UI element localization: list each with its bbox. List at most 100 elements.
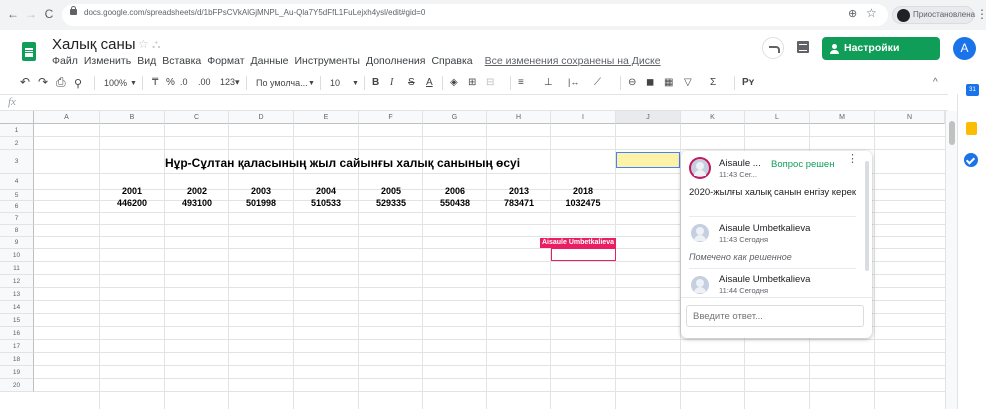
column-header-b[interactable]: B xyxy=(100,111,165,124)
font-select[interactable]: По умолча... xyxy=(256,78,308,88)
comment-more-icon[interactable]: ⋮ xyxy=(847,154,858,165)
column-header-h[interactable]: H xyxy=(487,111,551,124)
redo-icon[interactable]: ↷ xyxy=(38,75,48,89)
active-cell-j3[interactable] xyxy=(616,152,680,168)
row-header-10[interactable]: 10 xyxy=(0,249,34,262)
collapse-menus-icon[interactable]: ^ xyxy=(933,77,938,88)
fill-color-icon[interactable]: ◈ xyxy=(450,77,458,88)
insert-comment-icon[interactable]: ◼ xyxy=(646,77,654,88)
menu-insert[interactable]: Вставка xyxy=(162,55,201,69)
filter-icon[interactable]: ▽ xyxy=(684,77,692,88)
undo-icon[interactable]: ↶ xyxy=(20,75,30,89)
column-header-e[interactable]: E xyxy=(294,111,359,124)
user-avatar[interactable]: A xyxy=(953,37,976,60)
zoom-icon[interactable]: ⊕ xyxy=(848,7,857,20)
horizontal-align-icon[interactable]: ≡ xyxy=(518,77,524,88)
bold-button[interactable]: B xyxy=(372,77,379,88)
bookmark-star-icon[interactable]: ☆ xyxy=(866,6,877,20)
row-header-13[interactable]: 13 xyxy=(0,288,34,301)
menu-addons[interactable]: Дополнения xyxy=(366,55,425,69)
row-header-7[interactable]: 7 xyxy=(0,213,34,225)
borders-icon[interactable]: ⊞ xyxy=(468,77,476,88)
save-status-link[interactable]: Все изменения сохранены на Диске xyxy=(485,55,661,69)
sheets-logo-icon[interactable] xyxy=(22,42,36,61)
row-header-2[interactable]: 2 xyxy=(0,137,34,150)
zoom-chevron-icon[interactable]: ▼ xyxy=(130,80,137,87)
row-header-6[interactable]: 6 xyxy=(0,201,34,213)
column-header-c[interactable]: C xyxy=(165,111,229,124)
year-cell[interactable]: 2003 xyxy=(229,186,293,196)
year-cell[interactable]: 2005 xyxy=(359,186,423,196)
column-header-d[interactable]: D xyxy=(229,111,294,124)
year-cell[interactable]: 2013 xyxy=(487,186,551,196)
comments-icon[interactable] xyxy=(797,41,809,53)
menu-tools[interactable]: Инструменты xyxy=(294,55,359,69)
forward-button[interactable]: → xyxy=(24,7,38,21)
year-cell[interactable]: 2018 xyxy=(551,186,615,196)
calendar-icon[interactable]: 31 xyxy=(966,84,979,96)
menu-help[interactable]: Справка xyxy=(431,55,472,69)
star-move-icons[interactable]: ☆ ⛬ xyxy=(138,37,161,52)
print-icon[interactable]: ⎙ xyxy=(56,75,66,90)
row-header-14[interactable]: 14 xyxy=(0,301,34,314)
italic-button[interactable]: I xyxy=(390,77,393,88)
population-cell[interactable]: 529335 xyxy=(359,198,423,208)
population-cell[interactable]: 783471 xyxy=(487,198,551,208)
reload-button[interactable]: C xyxy=(42,7,56,21)
comment-history-button[interactable] xyxy=(762,37,784,59)
population-cell[interactable]: 550438 xyxy=(423,198,487,208)
merge-cells-icon[interactable]: ⊟ xyxy=(486,77,494,88)
currency-button[interactable]: ₸ xyxy=(152,77,158,88)
text-wrap-icon[interactable]: |↔ xyxy=(568,77,579,87)
strikethrough-button[interactable]: S xyxy=(408,77,415,88)
keep-icon[interactable] xyxy=(966,122,977,135)
scrollbar-thumb[interactable] xyxy=(949,121,955,145)
column-header-m[interactable]: M xyxy=(810,111,875,124)
profile-button[interactable]: Приостановлена xyxy=(892,6,975,24)
row-header-8[interactable]: 8 xyxy=(0,225,34,237)
document-title[interactable]: Халық саны xyxy=(52,36,136,53)
row-header-20[interactable]: 20 xyxy=(0,379,34,392)
zoom-select[interactable]: 100% xyxy=(104,78,127,88)
column-header-k[interactable]: K xyxy=(681,111,745,124)
column-header-n[interactable]: N xyxy=(875,111,945,124)
row-header-4[interactable]: 4 xyxy=(0,174,34,190)
share-button[interactable]: Настройки Доступа xyxy=(822,37,940,77)
tasks-icon[interactable] xyxy=(964,153,978,167)
population-cell[interactable]: 1032475 xyxy=(551,198,615,208)
formula-bar[interactable] xyxy=(0,94,948,111)
year-cell[interactable]: 2002 xyxy=(165,186,229,196)
row-header-16[interactable]: 16 xyxy=(0,327,34,340)
population-cell[interactable]: 510533 xyxy=(294,198,358,208)
population-cell[interactable]: 501998 xyxy=(229,198,293,208)
menu-view[interactable]: Вид xyxy=(137,55,156,69)
menu-file[interactable]: Файл xyxy=(52,55,78,69)
text-rotate-icon[interactable]: ⟋ xyxy=(594,77,601,88)
select-all-corner[interactable] xyxy=(0,111,34,124)
back-button[interactable]: ← xyxy=(6,7,20,21)
insert-chart-icon[interactable]: ▦ xyxy=(664,77,673,88)
browser-menu-icon[interactable]: ⋮ xyxy=(976,7,986,21)
menu-data[interactable]: Данные xyxy=(251,55,289,69)
insert-link-icon[interactable]: ⊖ xyxy=(628,77,636,88)
column-header-f[interactable]: F xyxy=(359,111,423,124)
url-text[interactable]: docs.google.com/spreadsheets/d/1bFPsCVkA… xyxy=(84,8,425,17)
font-size-chevron-icon[interactable]: ▼ xyxy=(352,80,359,87)
row-header-9[interactable]: 9 xyxy=(0,237,34,249)
row-header-3[interactable]: 3 xyxy=(0,150,34,174)
font-size-select[interactable]: 10 xyxy=(330,78,340,88)
year-cell[interactable]: 2004 xyxy=(294,186,358,196)
resolve-button[interactable]: Вопрос решен xyxy=(771,159,834,170)
vertical-scrollbar[interactable] xyxy=(945,111,957,409)
vertical-align-icon[interactable]: ⊥ xyxy=(544,77,553,88)
comment-scrollbar[interactable] xyxy=(865,161,869,271)
column-header-a[interactable]: A xyxy=(34,111,100,124)
row-header-12[interactable]: 12 xyxy=(0,275,34,288)
row-header-17[interactable]: 17 xyxy=(0,340,34,353)
input-tools-button[interactable]: Pʏ xyxy=(742,77,754,88)
population-cell[interactable]: 446200 xyxy=(100,198,164,208)
column-header-l[interactable]: L xyxy=(745,111,810,124)
row-header-15[interactable]: 15 xyxy=(0,314,34,327)
row-header-19[interactable]: 19 xyxy=(0,366,34,379)
increase-decimal-button[interactable]: .00 xyxy=(198,77,211,87)
